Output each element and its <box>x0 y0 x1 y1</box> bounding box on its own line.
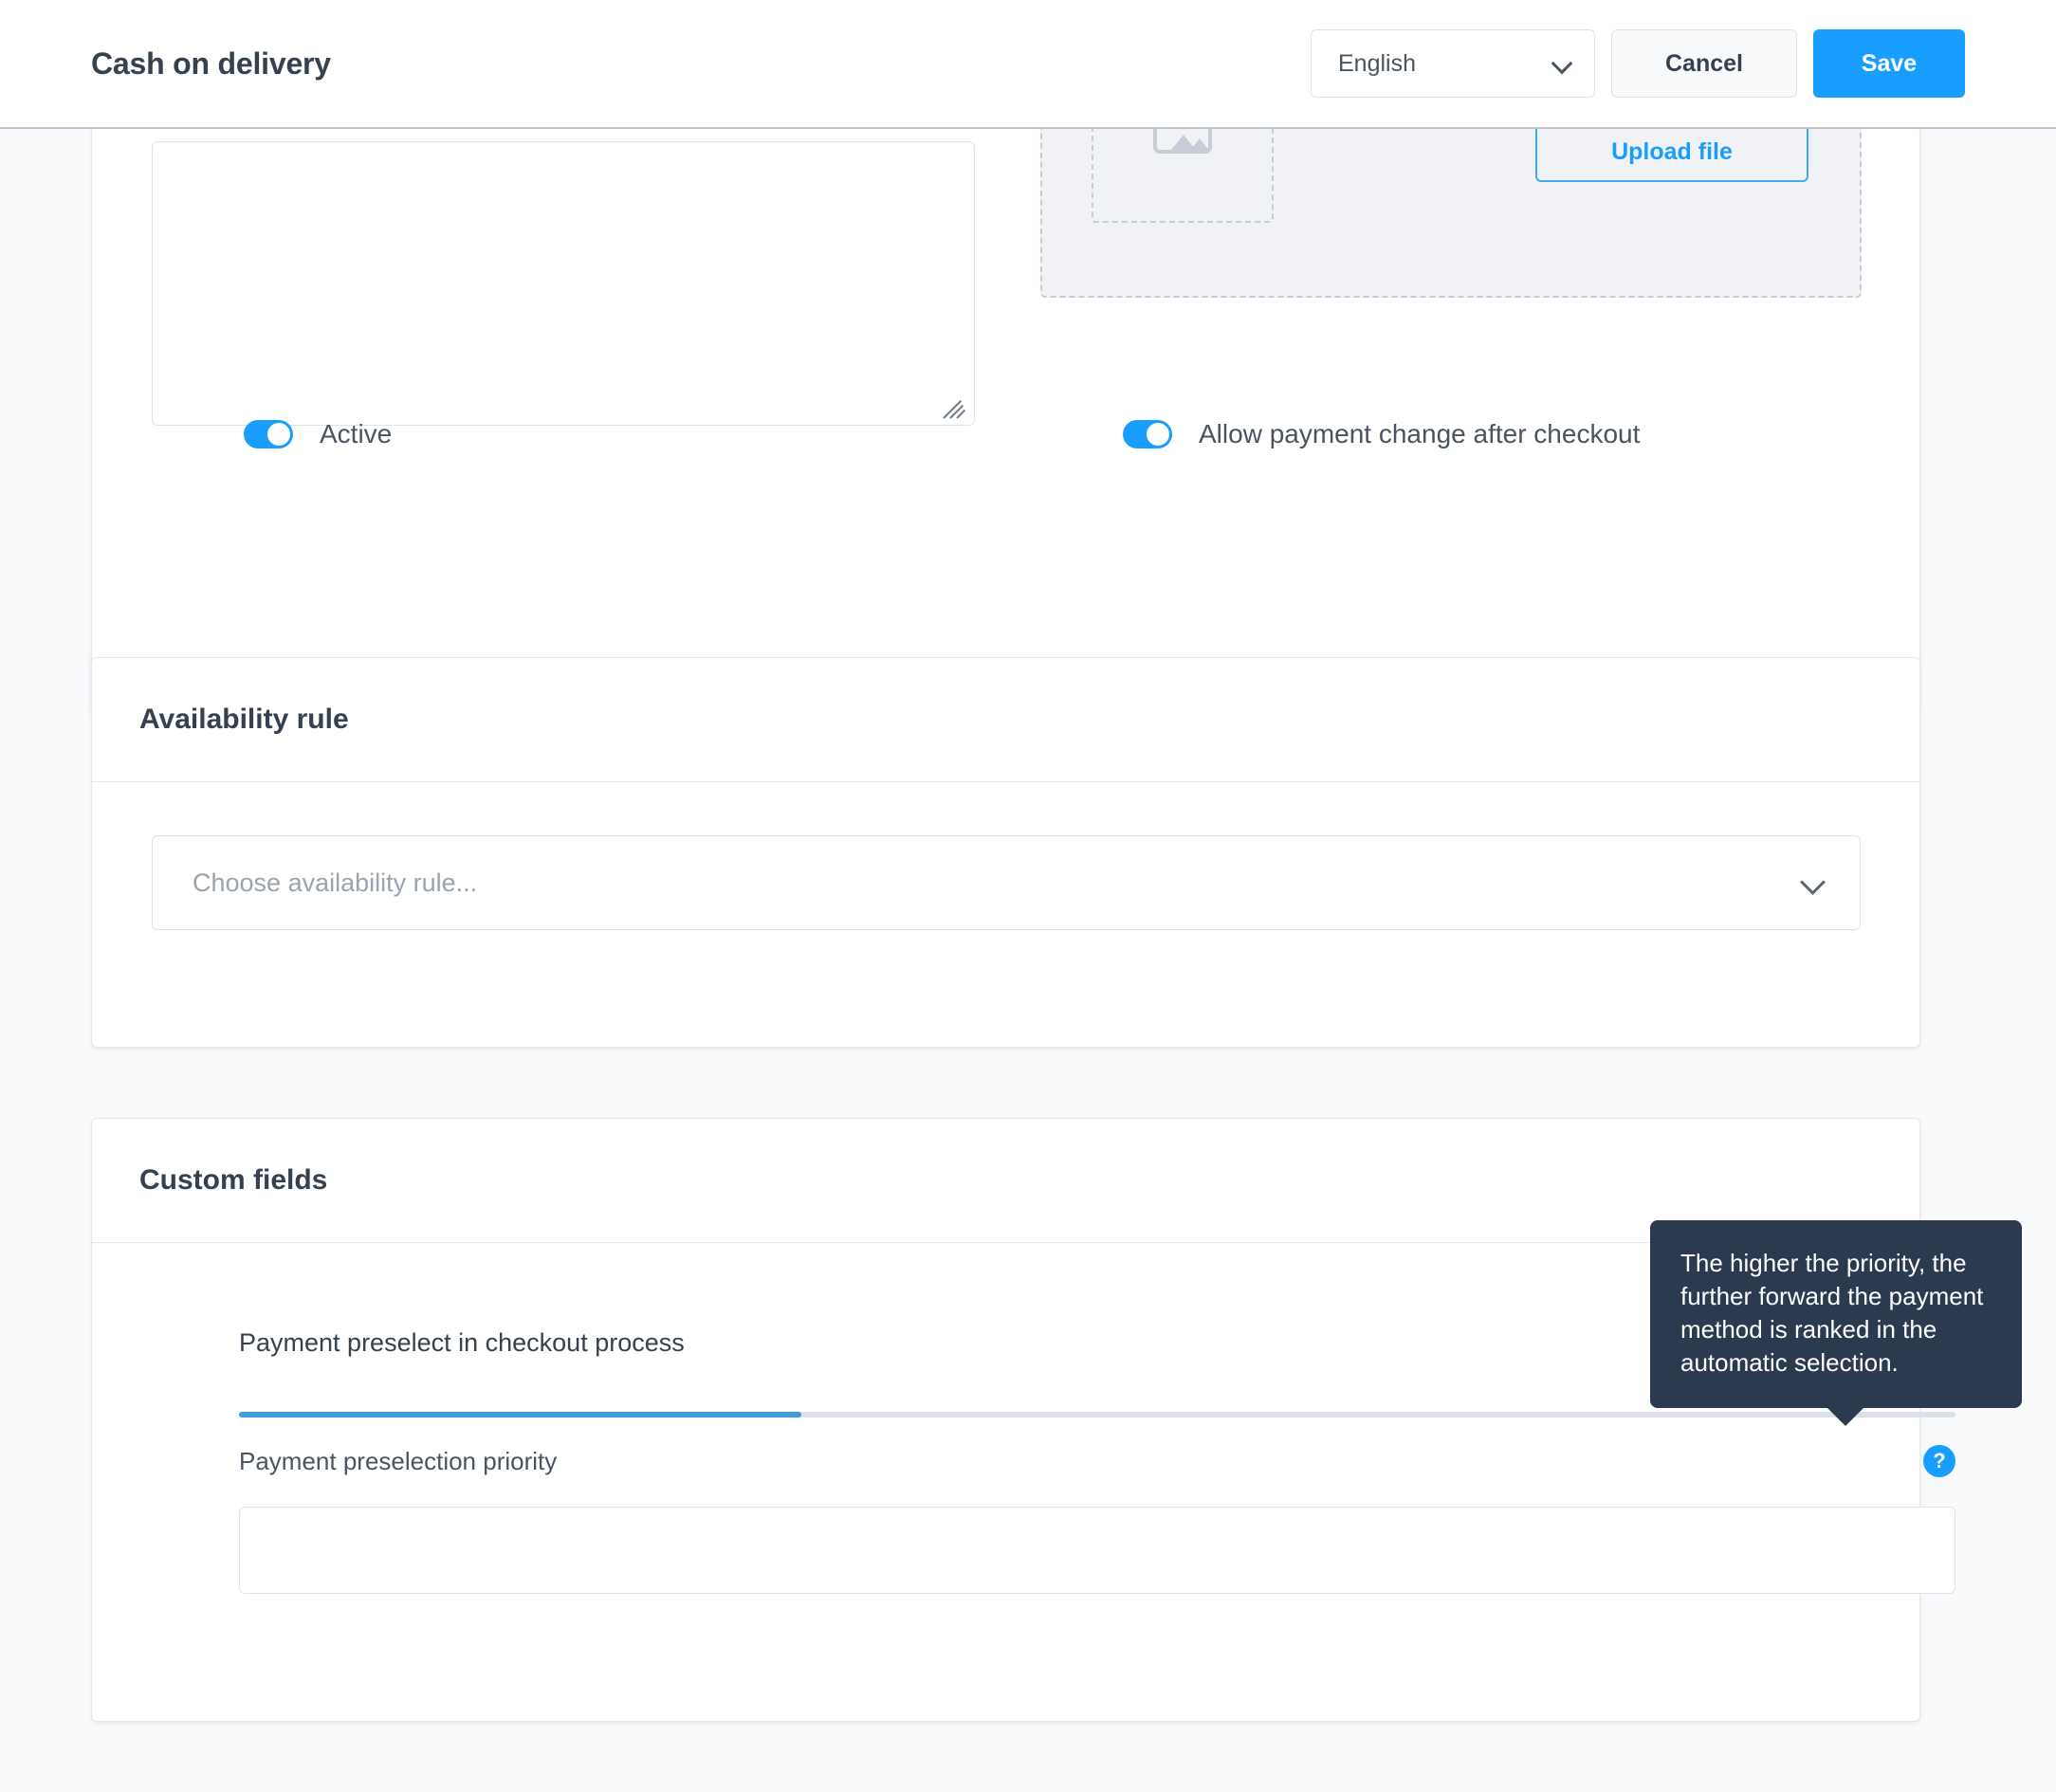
allow-payment-change-toggle[interactable] <box>1123 420 1172 448</box>
language-select[interactable]: English <box>1311 29 1595 98</box>
toggle-knob <box>267 423 290 446</box>
chevron-down-icon <box>1552 54 1571 73</box>
chevron-down-icon <box>1801 870 1826 895</box>
help-icon[interactable]: ? <box>1923 1445 1955 1477</box>
active-toggle-label: Active <box>320 419 393 448</box>
priority-help-tooltip-text: The higher the priority, the further for… <box>1680 1249 1984 1377</box>
header-actions: English Cancel Save <box>1311 29 1965 98</box>
custom-fields-body: Payment preselect in checkout process Pa… <box>92 1243 1955 1722</box>
page-title: Cash on delivery <box>91 46 331 81</box>
availability-rule-body: Choose availability rule... <box>92 782 1919 1048</box>
priority-input[interactable] <box>239 1507 1955 1594</box>
tab-underline-track <box>239 1412 1955 1417</box>
allow-payment-change-toggle-label: Allow payment change after checkout <box>1199 419 1641 448</box>
page-content: Upload file Active Allow payment change … <box>0 0 2056 1792</box>
description-textarea[interactable] <box>152 141 975 426</box>
availability-rule-card: Availability rule Choose availability ru… <box>91 657 1920 1048</box>
availability-rule-card-header: Availability rule <box>92 658 1919 782</box>
tab-payment-preselect[interactable]: Payment preselect in checkout process <box>239 1328 685 1394</box>
availability-rule-select[interactable]: Choose availability rule... <box>152 835 1861 930</box>
priority-field-label: Payment preselection priority <box>239 1446 558 1475</box>
custom-fields-card-header: Custom fields <box>92 1119 1919 1243</box>
active-toggle-row: Active <box>244 419 392 449</box>
language-select-value: English <box>1338 49 1416 77</box>
page-header: Cash on delivery English Cancel Save <box>0 0 2056 129</box>
allow-payment-change-toggle-row: Allow payment change after checkout <box>1123 419 1640 449</box>
upload-file-button[interactable]: Upload file <box>1535 122 1808 182</box>
active-toggle[interactable] <box>244 420 293 448</box>
priority-help-tooltip: The higher the priority, the further for… <box>1650 1220 2022 1426</box>
priority-field-label-row: Payment preselection priority ? <box>239 1442 1955 1480</box>
cancel-button[interactable]: Cancel <box>1611 29 1797 98</box>
custom-fields-card: Custom fields Payment preselect in check… <box>91 1118 1955 1722</box>
toggle-knob <box>1147 423 1169 446</box>
priority-field-block: Payment preselection priority ? <box>239 1442 1955 1594</box>
availability-rule-title: Availability rule <box>139 704 349 735</box>
tab-underline-active <box>239 1412 801 1417</box>
save-button[interactable]: Save <box>1813 29 1965 98</box>
custom-fields-title: Custom fields <box>139 1164 328 1196</box>
availability-rule-select-placeholder: Choose availability rule... <box>193 868 478 897</box>
